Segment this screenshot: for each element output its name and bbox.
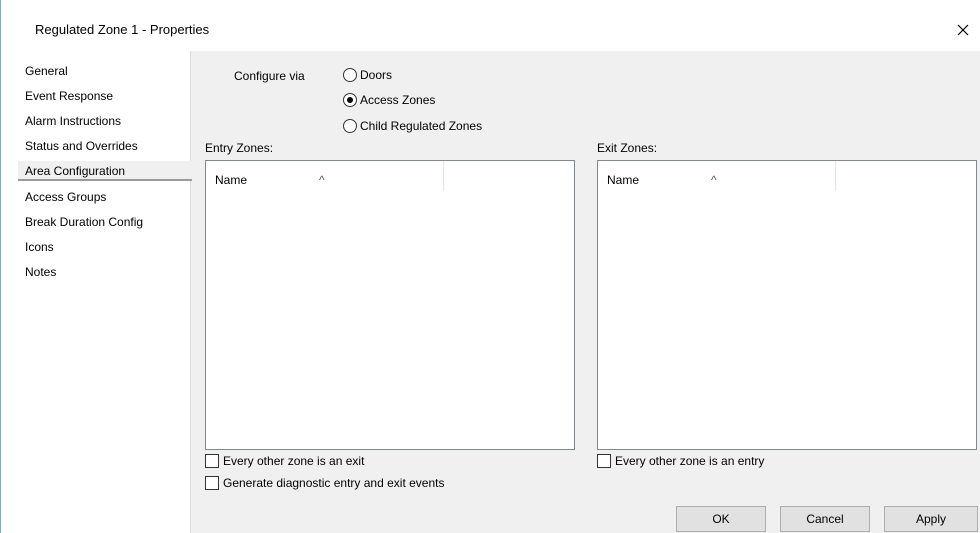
exit-zones-list[interactable]: Name ^ xyxy=(597,160,977,450)
every-other-zone-exit-checkbox[interactable]: Every other zone is an exit xyxy=(205,454,364,468)
properties-dialog: Regulated Zone 1 - Properties General Ev… xyxy=(0,0,980,533)
every-other-zone-exit-label: Every other zone is an exit xyxy=(223,454,365,468)
radio-child-regulated-zones-circle[interactable] xyxy=(343,119,357,133)
cancel-button[interactable]: Cancel xyxy=(780,506,870,532)
generate-diagnostic-checkbox[interactable]: Generate diagnostic entry and exit event… xyxy=(205,476,444,490)
entry-name-column-header[interactable]: Name ^ xyxy=(206,161,444,191)
generate-diagnostic-box[interactable] xyxy=(205,476,219,490)
radio-doors[interactable]: Doors xyxy=(343,68,392,82)
every-other-zone-entry-label: Every other zone is an entry xyxy=(615,454,765,468)
entry-name-column-label: Name xyxy=(215,173,248,187)
radio-access-zones[interactable]: Access Zones xyxy=(343,93,435,107)
sidebar-item-status-and-overrides[interactable]: Status and Overrides xyxy=(25,136,138,156)
entry-zones-list[interactable]: Name ^ xyxy=(205,160,575,450)
apply-button[interactable]: Apply xyxy=(884,506,978,532)
exit-zones-label: Exit Zones: xyxy=(597,141,658,155)
exit-name-column-header[interactable]: Name ^ xyxy=(598,161,836,191)
sort-ascending-icon: ^ xyxy=(711,173,717,187)
close-icon xyxy=(957,24,969,36)
content-panel: Configure via Doors Access Zones Child R… xyxy=(192,51,980,533)
sidebar-item-event-response[interactable]: Event Response xyxy=(25,86,113,106)
sidebar-item-general[interactable]: General xyxy=(25,61,68,81)
radio-access-zones-circle[interactable] xyxy=(343,93,357,107)
radio-access-zones-label: Access Zones xyxy=(360,93,436,107)
sidebar-item-alarm-instructions[interactable]: Alarm Instructions xyxy=(25,111,121,131)
radio-doors-label: Doors xyxy=(360,68,393,82)
sidebar-item-area-configuration[interactable]: Area Configuration xyxy=(18,161,193,181)
sidebar-item-break-duration-config[interactable]: Break Duration Config xyxy=(25,212,143,232)
title-bar: Regulated Zone 1 - Properties xyxy=(1,0,980,51)
ok-button[interactable]: OK xyxy=(676,506,766,532)
every-other-zone-entry-checkbox[interactable]: Every other zone is an entry xyxy=(597,454,764,468)
sidebar-item-notes[interactable]: Notes xyxy=(25,262,56,282)
exit-name-column-label: Name xyxy=(607,173,640,187)
entry-zones-label: Entry Zones: xyxy=(205,141,274,155)
sort-ascending-icon: ^ xyxy=(319,173,325,187)
every-other-zone-exit-box[interactable] xyxy=(205,454,219,468)
configure-via-label: Configure via xyxy=(234,69,305,83)
close-button[interactable] xyxy=(945,14,980,46)
radio-child-regulated-zones[interactable]: Child Regulated Zones xyxy=(343,119,482,133)
sidebar: General Event Response Alarm Instruction… xyxy=(1,51,193,533)
generate-diagnostic-label: Generate diagnostic entry and exit event… xyxy=(223,476,445,490)
window-title: Regulated Zone 1 - Properties xyxy=(35,22,210,37)
every-other-zone-entry-box[interactable] xyxy=(597,454,611,468)
radio-child-regulated-zones-label: Child Regulated Zones xyxy=(360,119,483,133)
sidebar-item-access-groups[interactable]: Access Groups xyxy=(25,187,106,207)
sidebar-item-icons[interactable]: Icons xyxy=(25,237,54,257)
radio-doors-circle[interactable] xyxy=(343,68,357,82)
